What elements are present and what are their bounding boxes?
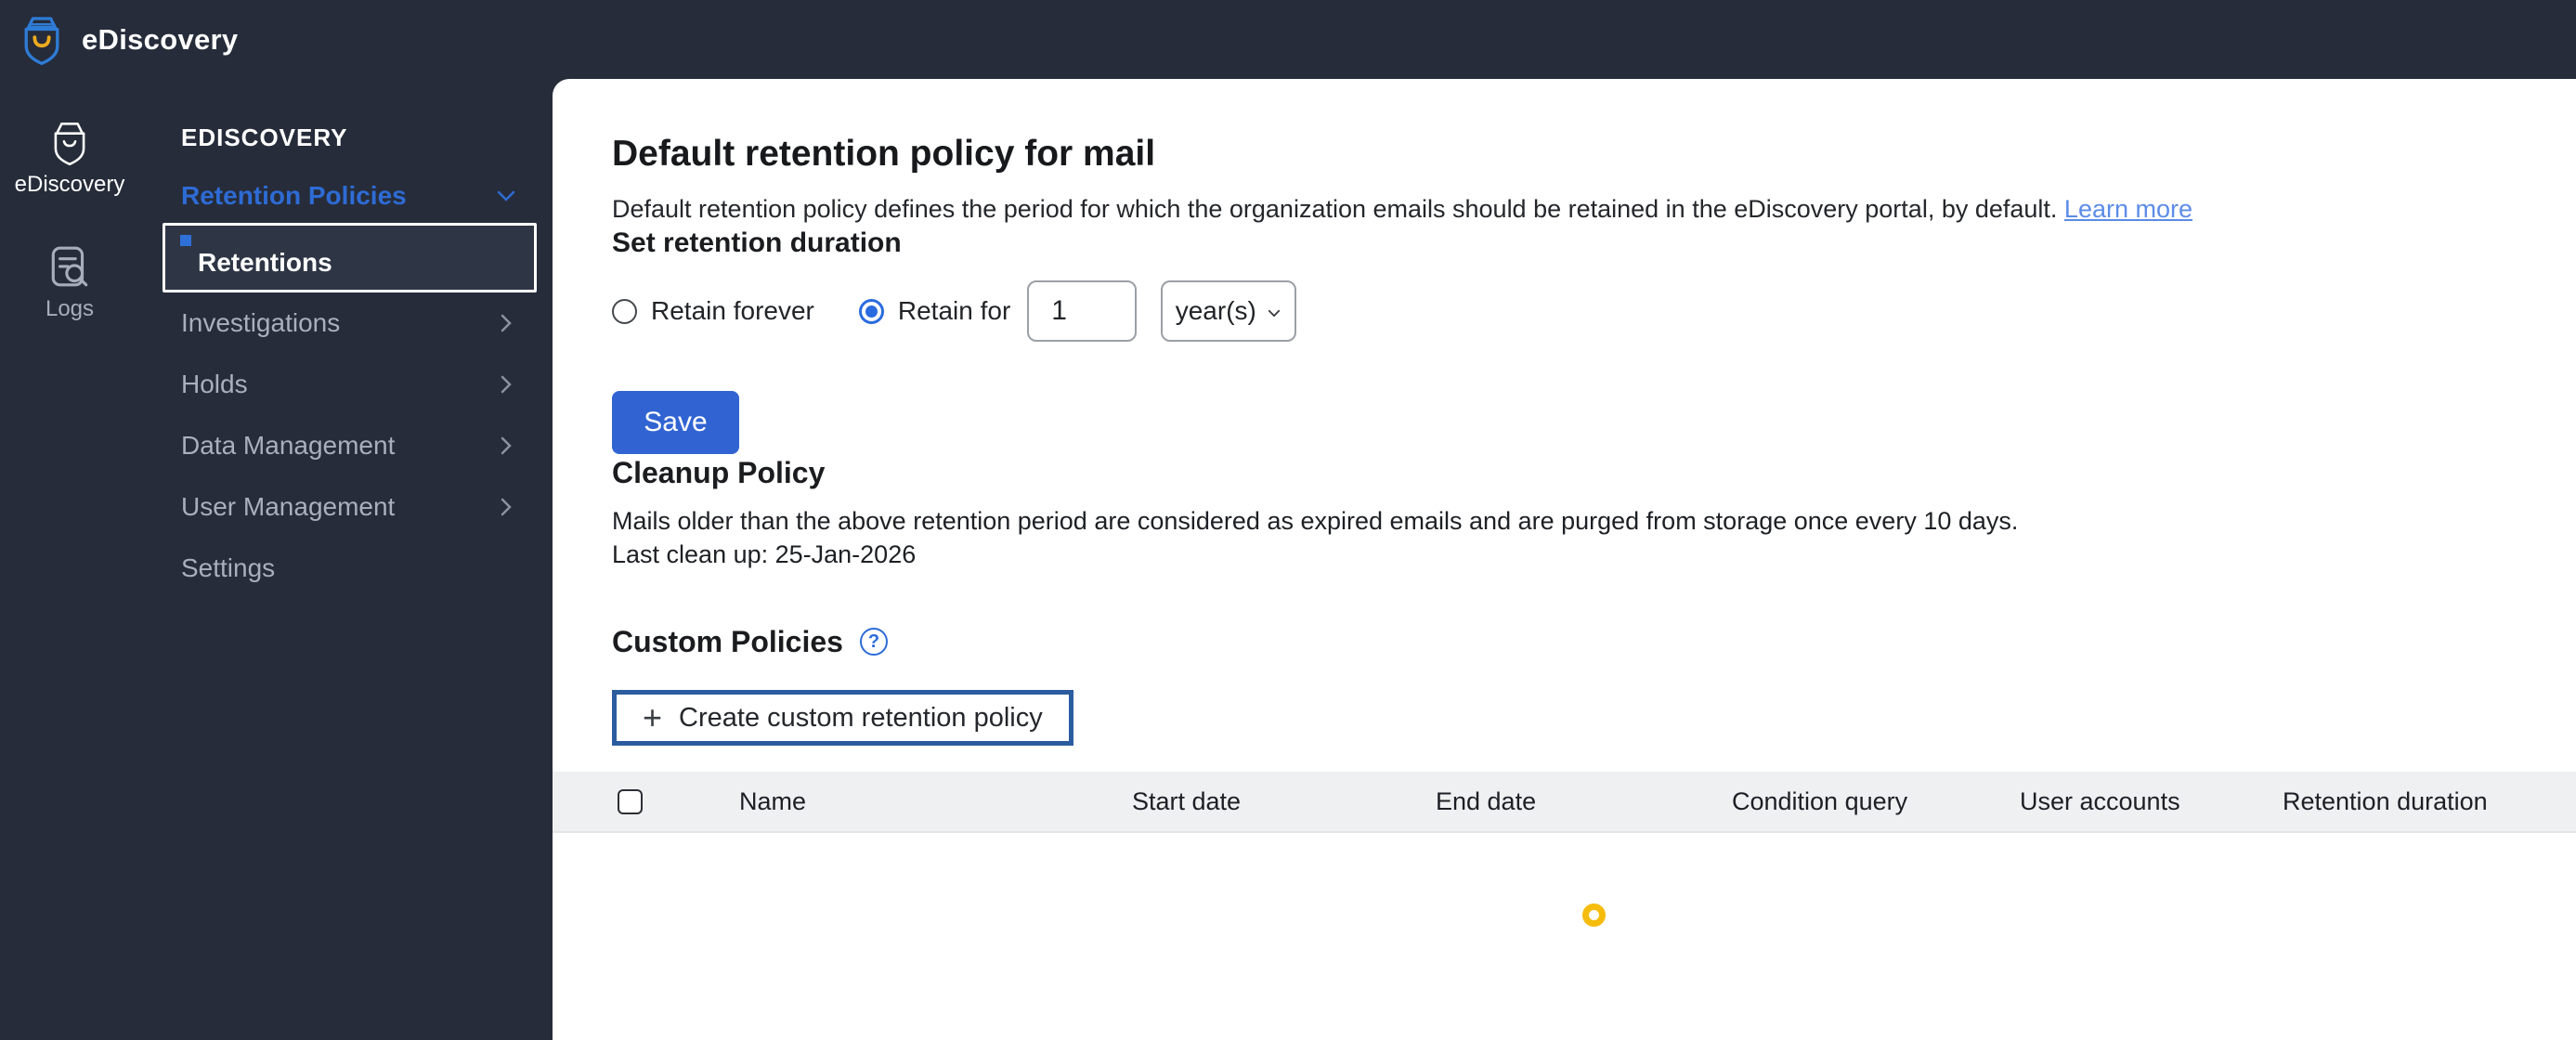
- page-description: Default retention policy defines the per…: [612, 195, 2192, 223]
- top-bar: eDiscovery: [0, 0, 2576, 79]
- column-header-retention-duration: Retention duration: [2283, 786, 2488, 815]
- column-header-start-date: Start date: [1132, 786, 1242, 815]
- dropdown-chevron-icon: [1268, 309, 1281, 318]
- create-custom-policy-label: Create custom retention policy: [679, 702, 1043, 733]
- save-button[interactable]: Save: [612, 391, 739, 454]
- page-title: Default retention policy for mail: [612, 134, 1156, 174]
- retention-options-row: Retain forever Retain for year(s): [612, 280, 2576, 343]
- shield-icon: [54, 123, 85, 166]
- select-all-checkbox[interactable]: [618, 788, 643, 814]
- main-content-panel: Default retention policy for mail Defaul…: [553, 79, 2576, 1040]
- plus-icon: +: [643, 698, 663, 736]
- rail-item-label: eDiscovery: [14, 172, 125, 197]
- cleanup-line1: Mails older than the above retention per…: [612, 507, 2019, 535]
- rail-item-ediscovery[interactable]: eDiscovery: [0, 120, 139, 198]
- rail-item-label: Logs: [45, 296, 95, 321]
- sidebar-item-retention-policies[interactable]: Retention Policies: [181, 169, 553, 223]
- column-header-user-accounts: User accounts: [2020, 786, 2180, 815]
- chevron-right-icon: [501, 498, 512, 516]
- sidebar-item-label: Holds: [181, 370, 248, 398]
- sidebar-item-investigations[interactable]: Investigations: [181, 292, 553, 354]
- logs-icon: [51, 246, 88, 287]
- retain-for-label: Retain for: [897, 296, 1011, 325]
- sidebar-item-data-management[interactable]: Data Management: [181, 415, 553, 476]
- sidebar-item-label: Investigations: [181, 308, 341, 337]
- ediscovery-logo-icon: [24, 16, 59, 65]
- sidebar-item-retentions[interactable]: Retentions: [163, 223, 537, 292]
- duration-value-input[interactable]: [1027, 280, 1138, 342]
- column-header-condition-query: Condition query: [1732, 786, 1908, 815]
- custom-policies-header-row: Custom Policies ?: [612, 623, 2576, 660]
- column-header-end-date: End date: [1436, 786, 1537, 815]
- retain-forever-label: Retain forever: [651, 296, 814, 325]
- sidebar-item-settings[interactable]: Settings: [181, 538, 553, 599]
- set-retention-duration-heading: Set retention duration: [612, 228, 902, 258]
- sidebar-item-label: User Management: [181, 492, 396, 521]
- retain-forever-radio[interactable]: [612, 298, 637, 324]
- loading-spinner: [1582, 904, 1606, 927]
- help-icon[interactable]: ?: [859, 628, 888, 656]
- sidebar-item-label: Settings: [181, 553, 276, 582]
- rail-item-logs[interactable]: Logs: [0, 244, 139, 322]
- app-title: eDiscovery: [82, 22, 239, 56]
- duration-unit-value: year(s): [1175, 296, 1256, 325]
- policies-table-header: Name Start date End date Condition query…: [553, 772, 2576, 833]
- sidebar: EDISCOVERY Retention Policies Retentions…: [163, 79, 553, 599]
- chevron-right-icon: [501, 314, 512, 332]
- create-custom-policy-button[interactable]: + Create custom retention policy: [612, 690, 1073, 746]
- cleanup-line2: Last clean up: 25-Jan-2026: [612, 540, 917, 568]
- sidebar-item-user-management[interactable]: User Management: [181, 476, 553, 538]
- sidebar-item-holds[interactable]: Holds: [181, 354, 553, 415]
- chevron-right-icon: [501, 375, 512, 394]
- column-header-name: Name: [739, 786, 807, 815]
- custom-policies-heading: Custom Policies: [612, 625, 843, 658]
- retain-for-radio[interactable]: [858, 298, 884, 324]
- sidebar-section-title: EDISCOVERY: [181, 124, 348, 151]
- chevron-down-icon: [497, 190, 515, 202]
- sidebar-item-label: Data Management: [181, 431, 396, 460]
- duration-unit-select[interactable]: year(s): [1161, 280, 1297, 342]
- header-checkbox-cell: [553, 788, 739, 814]
- left-rail: eDiscovery Logs: [0, 79, 181, 322]
- chevron-right-icon: [501, 436, 512, 455]
- cleanup-policy-heading: Cleanup Policy: [612, 456, 826, 489]
- cleanup-policy-text: Mails older than the above retention per…: [612, 504, 2576, 571]
- active-item-marker: [180, 235, 191, 246]
- sidebar-item-label: Retention Policies: [181, 181, 407, 210]
- learn-more-link[interactable]: Learn more: [2064, 195, 2192, 223]
